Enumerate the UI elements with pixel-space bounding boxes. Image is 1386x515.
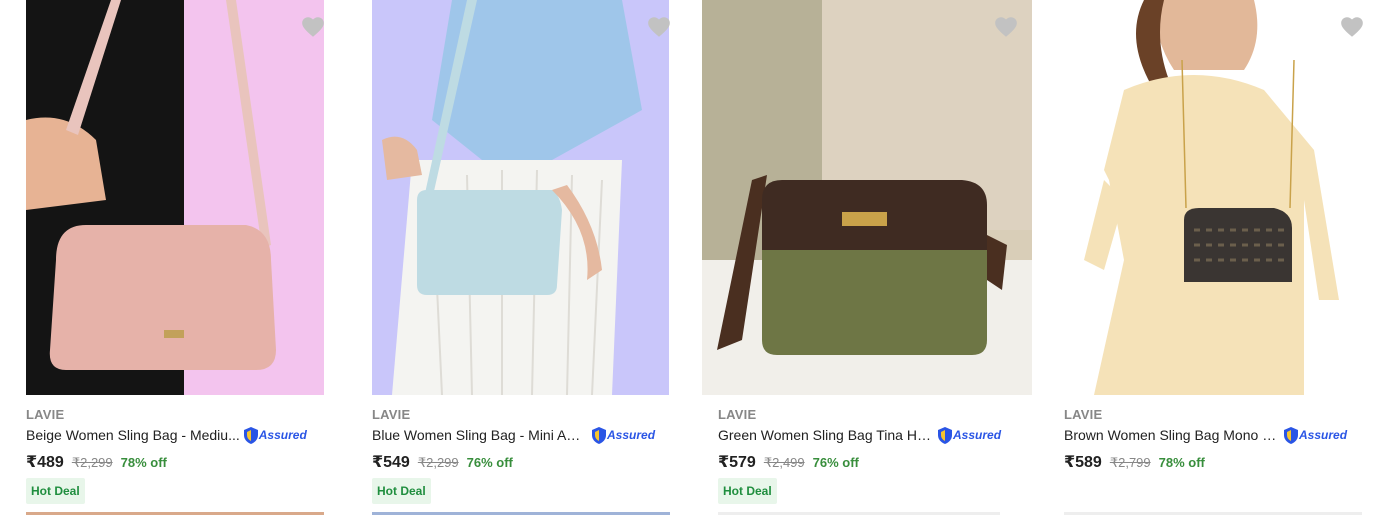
discount-percent: 78% off (120, 455, 167, 470)
wishlist-heart-icon[interactable] (991, 12, 1021, 42)
product-card[interactable]: LAVIE Green Women Sling Bag Tina HZ... A… (702, 0, 1032, 515)
discount-percent: 76% off (466, 455, 513, 470)
price-row: ₹549 ₹2,299 76% off (372, 452, 513, 472)
product-image[interactable] (1064, 0, 1362, 395)
product-image[interactable] (702, 0, 1032, 395)
product-title-row[interactable]: Brown Women Sling Bag Mono L... Assured (1064, 426, 1347, 444)
product-brand: LAVIE (372, 407, 411, 422)
price-row: ₹489 ₹2,299 78% off (26, 452, 167, 472)
price-row: ₹579 ₹2,499 76% off (718, 452, 859, 472)
original-price: ₹2,799 (1109, 455, 1151, 470)
hot-deal-badge: Hot Deal (372, 478, 431, 504)
product-card[interactable]: LAVIE Brown Women Sling Bag Mono L... As… (1064, 0, 1384, 515)
selling-price: ₹489 (26, 454, 64, 471)
product-title[interactable]: Blue Women Sling Bag - Mini AR... (372, 427, 588, 443)
product-title[interactable]: Brown Women Sling Bag Mono L... (1064, 427, 1280, 443)
assured-badge: Assured (243, 426, 307, 444)
product-title-row[interactable]: Green Women Sling Bag Tina HZ... Assured (718, 426, 1001, 444)
product-title[interactable]: Green Women Sling Bag Tina HZ... (718, 427, 934, 443)
assured-badge: Assured (1284, 426, 1348, 444)
price-row: ₹589 ₹2,799 78% off (1064, 452, 1205, 472)
product-image[interactable] (372, 0, 669, 395)
wishlist-heart-icon[interactable] (298, 12, 328, 42)
product-title-row[interactable]: Blue Women Sling Bag - Mini AR... Assure… (372, 426, 655, 444)
assured-shield-icon (592, 426, 606, 444)
selling-price: ₹549 (372, 454, 410, 471)
assured-label: Assured (1299, 428, 1348, 442)
discount-percent: 78% off (1158, 455, 1205, 470)
product-brand: LAVIE (718, 407, 757, 422)
assured-label: Assured (607, 428, 656, 442)
assured-badge: Assured (938, 426, 1002, 444)
selling-price: ₹589 (1064, 454, 1102, 471)
discount-percent: 76% off (812, 455, 859, 470)
wishlist-heart-icon[interactable] (1337, 12, 1367, 42)
selling-price: ₹579 (718, 454, 756, 471)
product-brand: LAVIE (1064, 407, 1103, 422)
product-card[interactable]: LAVIE Blue Women Sling Bag - Mini AR... … (372, 0, 692, 515)
hot-deal-badge: Hot Deal (718, 478, 777, 504)
original-price: ₹2,299 (417, 455, 459, 470)
product-brand: LAVIE (26, 407, 65, 422)
hot-deal-badge: Hot Deal (26, 478, 85, 504)
product-card[interactable]: LAVIE Beige Women Sling Bag - Mediu... A… (26, 0, 346, 515)
product-title-row[interactable]: Beige Women Sling Bag - Mediu... Assured (26, 426, 307, 444)
product-title[interactable]: Beige Women Sling Bag - Mediu... (26, 427, 240, 443)
assured-shield-icon (243, 426, 258, 444)
original-price: ₹2,499 (763, 455, 805, 470)
original-price: ₹2,299 (71, 455, 113, 470)
assured-shield-icon (938, 426, 952, 444)
assured-label: Assured (953, 428, 1002, 442)
assured-badge: Assured (592, 426, 656, 444)
wishlist-heart-icon[interactable] (644, 12, 674, 42)
assured-shield-icon (1284, 426, 1298, 444)
product-grid: LAVIE Beige Women Sling Bag - Mediu... A… (0, 0, 1386, 515)
product-image[interactable] (26, 0, 324, 395)
assured-label: Assured (258, 428, 307, 442)
